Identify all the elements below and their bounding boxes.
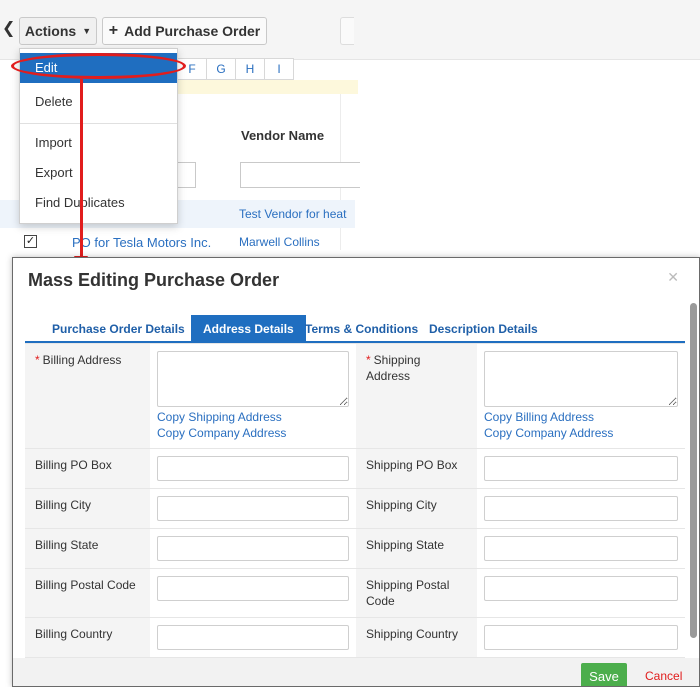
modal-tabs: Purchase Order Details Address Details T… [25, 315, 685, 343]
address-form: * Billing Address Copy Shipping Address C… [25, 343, 685, 658]
shipping-po-box-label: Shipping PO Box [356, 448, 477, 489]
actions-button[interactable]: Actions ▼ [19, 17, 97, 45]
billing-city-label: Billing City [25, 488, 150, 529]
billing-state-input[interactable] [157, 536, 349, 561]
tab-description-details[interactable]: Description Details [417, 315, 550, 343]
plus-icon: + [108, 22, 119, 39]
tab-terms-conditions[interactable]: Terms & Conditions [293, 315, 430, 343]
menu-divider [20, 123, 177, 124]
shipping-city-input[interactable] [484, 496, 678, 521]
actions-button-label: Actions [24, 23, 77, 39]
chevron-left-icon[interactable]: ❮ [2, 21, 15, 37]
billing-address-label: * Billing Address [25, 343, 150, 449]
cancel-link[interactable]: Cancel [645, 669, 682, 683]
vendor-link[interactable]: Test Vendor for heat [239, 207, 355, 221]
menu-item-edit[interactable]: Edit [20, 53, 177, 83]
tab-purchase-order-details[interactable]: Purchase Order Details [40, 315, 197, 343]
save-button[interactable]: Save [581, 663, 627, 686]
menu-item-delete[interactable]: Delete [20, 87, 177, 117]
shipping-address-label: * Shipping Address [356, 343, 477, 449]
billing-state-label: Billing State [25, 528, 150, 569]
alpha-filter-h[interactable]: H [236, 58, 265, 80]
shipping-state-input[interactable] [484, 536, 678, 561]
column-header-vendor-name[interactable]: Vendor Name [241, 128, 324, 143]
vendor-filter-input[interactable] [240, 162, 360, 188]
modal-scrollbar[interactable] [690, 303, 697, 638]
shipping-postal-code-input[interactable] [484, 576, 678, 601]
billing-city-input[interactable] [157, 496, 349, 521]
shipping-po-box-input[interactable] [484, 456, 678, 481]
copy-billing-address-link[interactable]: Copy Billing Address [484, 409, 678, 425]
billing-po-box-label: Billing PO Box [25, 448, 150, 489]
billing-country-label: Billing Country [25, 617, 150, 658]
row-checkbox[interactable]: ✓ [24, 235, 37, 248]
shipping-postal-code-label: Shipping Postal Code [356, 568, 477, 618]
table-row[interactable]: ✓ PO for Tesla Motors Inc. Marwell Colli… [0, 228, 355, 256]
alpha-filter-f[interactable]: F [178, 58, 207, 80]
add-purchase-order-button[interactable]: + Add Purchase Order [102, 17, 267, 45]
billing-po-box-input[interactable] [157, 456, 349, 481]
notice-strip [178, 80, 358, 94]
shipping-country-label: Shipping Country [356, 617, 477, 658]
billing-postal-code-label: Billing Postal Code [25, 568, 150, 618]
billing-address-textarea[interactable] [157, 351, 349, 407]
required-icon: * [35, 353, 40, 367]
menu-item-import[interactable]: Import [20, 128, 177, 158]
copy-shipping-address-link[interactable]: Copy Shipping Address [157, 409, 349, 425]
required-icon: * [366, 353, 371, 367]
shipping-city-label: Shipping City [356, 488, 477, 529]
annotation-arrow-line [80, 79, 83, 259]
toolbar-partial-button[interactable] [340, 17, 354, 45]
column-filter-input[interactable] [178, 162, 196, 188]
shipping-country-input[interactable] [484, 625, 678, 650]
menu-item-export[interactable]: Export [20, 158, 177, 188]
copy-company-address-link[interactable]: Copy Company Address [484, 425, 678, 441]
billing-postal-code-input[interactable] [157, 576, 349, 601]
billing-country-input[interactable] [157, 625, 349, 650]
caret-down-icon: ▼ [82, 26, 92, 36]
tab-address-details[interactable]: Address Details [191, 315, 306, 343]
alpha-filter-i[interactable]: I [265, 58, 294, 80]
vendor-link[interactable]: Marwell Collins [239, 235, 320, 249]
modal-title: Mass Editing Purchase Order [28, 270, 280, 290]
close-icon[interactable]: ✕ [667, 269, 679, 286]
shipping-address-textarea[interactable] [484, 351, 678, 407]
modal-footer: Save Cancel [13, 658, 699, 686]
copy-company-address-link[interactable]: Copy Company Address [157, 425, 349, 441]
actions-menu: Edit Delete Import Export Find Duplicate… [19, 48, 178, 224]
add-purchase-order-label: Add Purchase Order [124, 23, 261, 39]
alphabet-filter: F G H I [178, 58, 294, 80]
shipping-state-label: Shipping State [356, 528, 477, 569]
alpha-filter-g[interactable]: G [207, 58, 236, 80]
mass-edit-modal: Mass Editing Purchase Order ✕ Purchase O… [12, 257, 700, 687]
menu-item-find-duplicates[interactable]: Find Duplicates [20, 188, 177, 218]
subject-link[interactable]: PO for Tesla Motors Inc. [72, 235, 211, 250]
